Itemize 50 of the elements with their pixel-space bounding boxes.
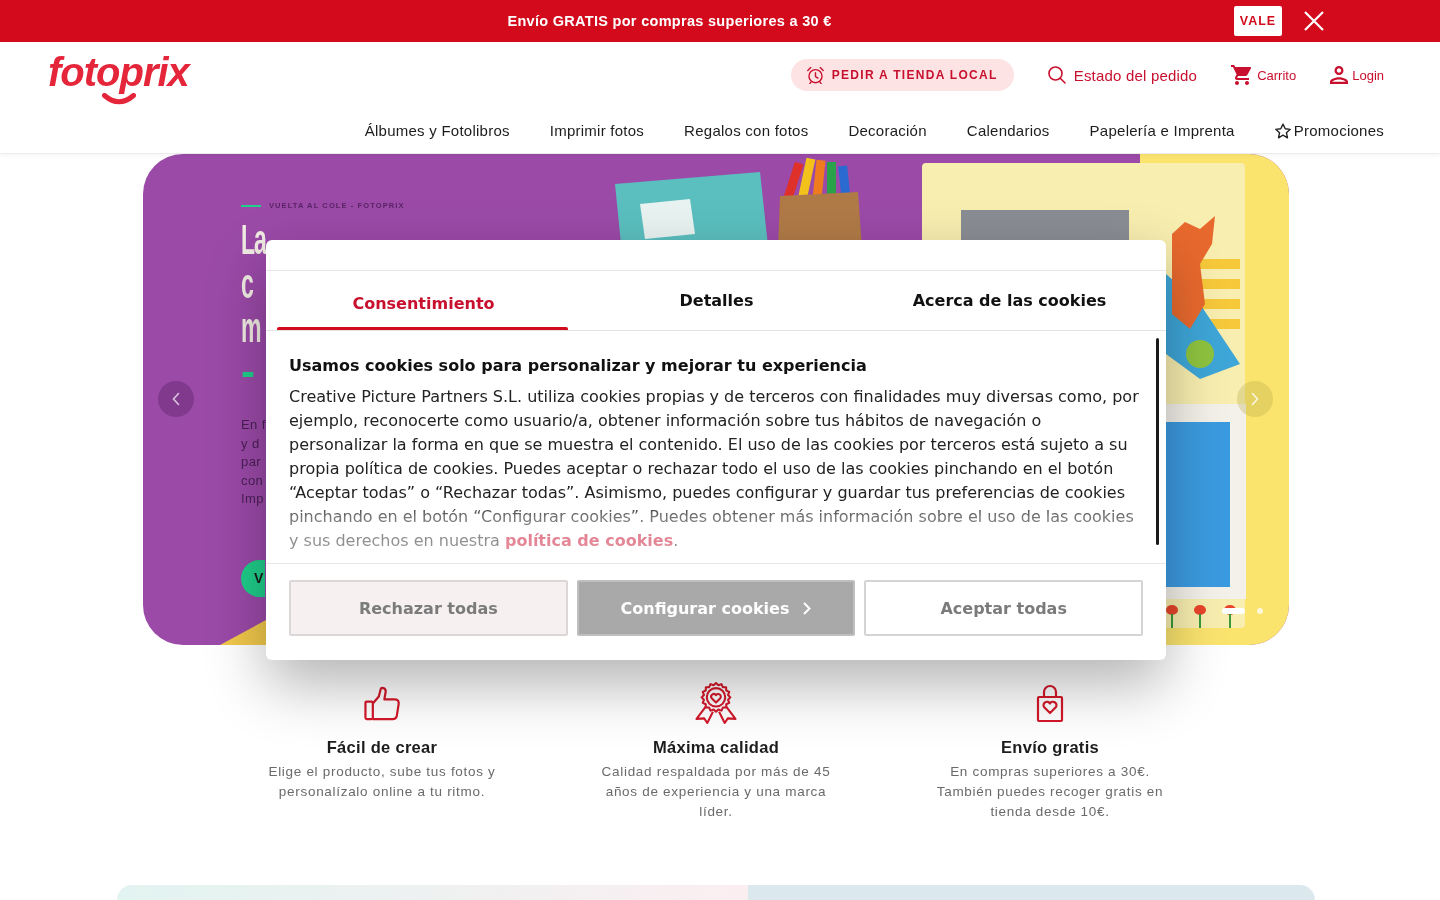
cart-link[interactable]: Carrito xyxy=(1231,65,1297,85)
cart-icon xyxy=(1231,65,1254,85)
nav-link[interactable]: Calendarios xyxy=(966,122,1050,139)
award-ribbon-icon xyxy=(694,682,738,724)
nav-link[interactable]: Decoración xyxy=(848,122,927,139)
fotoprix-logo[interactable]: fotoprix xyxy=(48,49,189,105)
corner-decoration xyxy=(220,620,266,645)
slide-dot[interactable] xyxy=(1257,608,1263,614)
chevron-left-icon xyxy=(172,392,180,406)
search-icon xyxy=(1047,66,1066,84)
shopping-bag-icon xyxy=(1036,683,1064,723)
chevron-right-icon xyxy=(1251,392,1259,406)
dialog-tab[interactable]: Consentimiento xyxy=(277,271,570,330)
promo-text: Envío GRATIS por compras superiores a 30 € xyxy=(507,13,832,29)
feature-description: Elige el producto, sube tus fotos y personalízalo online a tu ritmo. xyxy=(267,763,497,801)
hero-headline: m xyxy=(241,306,261,350)
dialog-tab[interactable]: Acerca de las cookies xyxy=(863,271,1156,330)
nav-link[interactable]: Imprimir fotos xyxy=(549,122,645,139)
nav-link[interactable]: Álbumes y Fotolibros xyxy=(364,122,510,139)
close-icon[interactable] xyxy=(1304,11,1324,31)
alarm-clock-icon xyxy=(806,66,824,84)
user-icon xyxy=(1330,66,1349,84)
dialog-tab[interactable]: Detalles xyxy=(570,271,863,330)
hero-cta-button[interactable]: V xyxy=(241,559,266,597)
order-status-link[interactable]: Estado del pedido xyxy=(1047,66,1198,84)
store-order-button[interactable]: PEDIR A TIENDA LOCAL xyxy=(790,59,1014,91)
cookie-dialog-title: Usamos cookies solo para personalizar y mejorar tu experiencia xyxy=(289,355,867,377)
accent-line xyxy=(241,205,261,207)
nav-link[interactable]: Papelería e Imprenta xyxy=(1089,122,1235,139)
hero-description: En f y d par con Imp xyxy=(241,416,266,508)
reject-all-button[interactable]: Rechazar todas xyxy=(289,580,568,636)
feature-description: Calidad respaldada por más de 45 años de experiencia y una marca líder. xyxy=(600,763,832,821)
next-slide-button[interactable] xyxy=(1237,381,1273,417)
hero-headline: La xyxy=(241,218,266,262)
previous-slide-button[interactable] xyxy=(158,381,194,417)
nav-link[interactable]: Regalos con fotos xyxy=(684,122,809,139)
vale-button[interactable]: VALE xyxy=(1234,6,1282,36)
login-link[interactable]: Login xyxy=(1330,66,1384,84)
chevron-right-icon xyxy=(803,601,812,615)
feature-title: Máxima calidad xyxy=(652,737,780,758)
feature-title: Fácil de crear xyxy=(326,737,438,758)
star-icon xyxy=(1274,122,1291,139)
thumbs-up-icon xyxy=(363,685,401,721)
nav-link[interactable]: Promociones xyxy=(1274,122,1384,139)
hero-discount: - xyxy=(241,350,253,394)
accept-all-button[interactable]: Aceptar todas xyxy=(864,580,1143,636)
hero-headline: c xyxy=(241,262,253,306)
scrollbar-thumb[interactable] xyxy=(1156,338,1159,545)
feature-title: Envío gratis xyxy=(1000,737,1099,758)
feature-description: En compras superiores a 30€. También puedes recoger gratis en tienda desde 10€. xyxy=(935,763,1165,821)
